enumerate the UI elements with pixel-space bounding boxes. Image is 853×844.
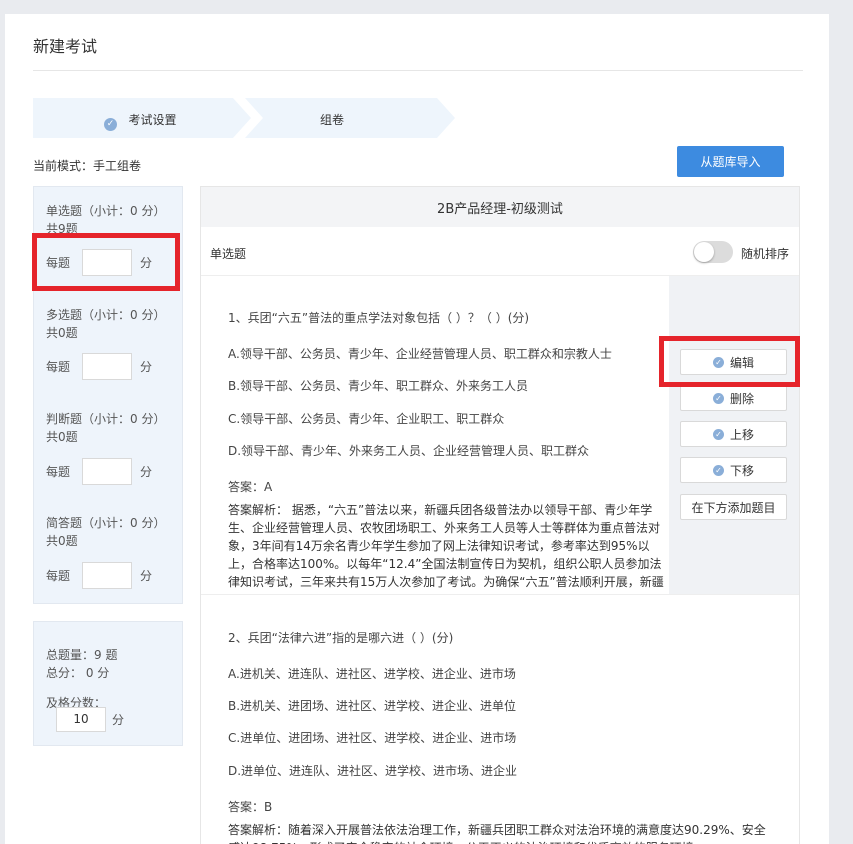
- option-d: D.领导干部、青少年、外来务工人员、企业经营管理人员、职工群众: [228, 444, 590, 458]
- page-card: 新建考试 ✓ 考试设置 组卷 当前模式：手工组卷 从题库导入 单选题（小计：0 …: [5, 14, 829, 844]
- question-actions: ✓ 编辑 ✓ 删除 ✓ 上移 ✓ 下移 在下方添加题目: [669, 276, 799, 594]
- step-1-label: ✓ 考试设置: [104, 111, 176, 131]
- analysis: 答案解析：随着深入开展普法依法治理工作，新疆兵团职工群众对法治环境的满意度达90…: [228, 823, 766, 844]
- divider: [33, 70, 803, 71]
- question-stem: 1、兵团“六五”普法的重点学法对象包括（ ）？（ ）(分): [228, 311, 530, 325]
- shuffle-toggle[interactable]: [693, 241, 733, 263]
- type-essay-score-row: 每题分: [46, 562, 152, 589]
- check-circle-icon: ✓: [104, 118, 117, 131]
- option-c: C.领导干部、公务员、青少年、企业职工、职工群众: [228, 412, 505, 426]
- move-up-button[interactable]: ✓ 上移: [680, 421, 787, 447]
- answer: 答案：B: [228, 800, 273, 814]
- option-b: B.进机关、进团场、进社区、进学校、进企业、进单位: [228, 699, 517, 713]
- analysis: 答案解析： 据悉，“六五”普法以来，新疆兵团各级普法办以领导干部、青少年学生、企…: [228, 503, 664, 589]
- highlight-edit-button: [659, 336, 800, 387]
- exam-content-panel: 2B产品经理-初级测试 单选题 随机排序 ✓ 编辑 ✓ 删除 ✓ 上移 ✓ 下移 在下方…: [200, 186, 800, 844]
- option-d: D.进单位、进连队、进社区、进学校、进市场、进企业: [228, 764, 518, 778]
- steps-bar: ✓ 考试设置 组卷: [33, 98, 463, 138]
- section-label: 单选题: [210, 247, 247, 261]
- highlight-score-input: [32, 233, 180, 291]
- pass-score-row: 10 分: [56, 707, 124, 732]
- check-circle-icon: ✓: [712, 464, 724, 476]
- essay-score-input[interactable]: [82, 562, 133, 589]
- mode-text: 当前模式：手工组卷: [33, 159, 142, 173]
- judge-score-input[interactable]: [82, 458, 133, 485]
- add-below-button[interactable]: 在下方添加题目: [680, 494, 787, 520]
- option-a: A.领导干部、公务员、青少年、企业经营管理人员、职工群众和宗教人士: [228, 347, 612, 361]
- total-questions: 总题量：9 题: [46, 648, 118, 662]
- multi-score-input[interactable]: [82, 353, 133, 380]
- total-score: 总分： 0 分: [46, 666, 110, 680]
- step-compose[interactable]: [243, 98, 455, 138]
- check-circle-icon: ✓: [712, 428, 724, 440]
- type-judge-title: 判断题（小计：0 分） 共0题: [46, 412, 166, 444]
- type-multi-title: 多选题（小计：0 分） 共0题: [46, 308, 166, 340]
- option-b: B.领导干部、公务员、青少年、职工群众、外来务工人员: [228, 379, 529, 393]
- answer: 答案：A: [228, 480, 273, 494]
- type-multi-score-row: 每题分: [46, 353, 152, 380]
- move-down-button[interactable]: ✓ 下移: [680, 457, 787, 483]
- type-essay-title: 简答题（小计：0 分） 共0题: [46, 516, 166, 548]
- summary-panel: 总题量：9 题 总分： 0 分 及格分数： 10 分: [33, 621, 183, 746]
- check-circle-icon: ✓: [712, 392, 724, 404]
- divider: [201, 594, 799, 595]
- question-stem: 2、兵团“法律六进”指的是哪六进（ ）(分): [228, 631, 454, 645]
- exam-name: 2B产品经理-初级测试: [201, 187, 799, 227]
- shuffle-label: 随机排序: [741, 247, 790, 261]
- delete-button[interactable]: ✓ 删除: [680, 385, 787, 411]
- page-title: 新建考试: [33, 37, 98, 56]
- option-c: C.进单位、进团场、进社区、进学校、进企业、进市场: [228, 731, 517, 745]
- pass-score-unit: 分: [112, 713, 125, 727]
- toggle-knob: [694, 242, 714, 262]
- step-2-label: 组卷: [320, 113, 345, 127]
- option-a: A.进机关、进连队、进社区、进学校、进企业、进市场: [228, 667, 516, 681]
- pass-score-input[interactable]: 10: [56, 707, 106, 732]
- import-from-bank-button[interactable]: 从题库导入: [677, 146, 784, 177]
- type-judge-score-row: 每题分: [46, 458, 152, 485]
